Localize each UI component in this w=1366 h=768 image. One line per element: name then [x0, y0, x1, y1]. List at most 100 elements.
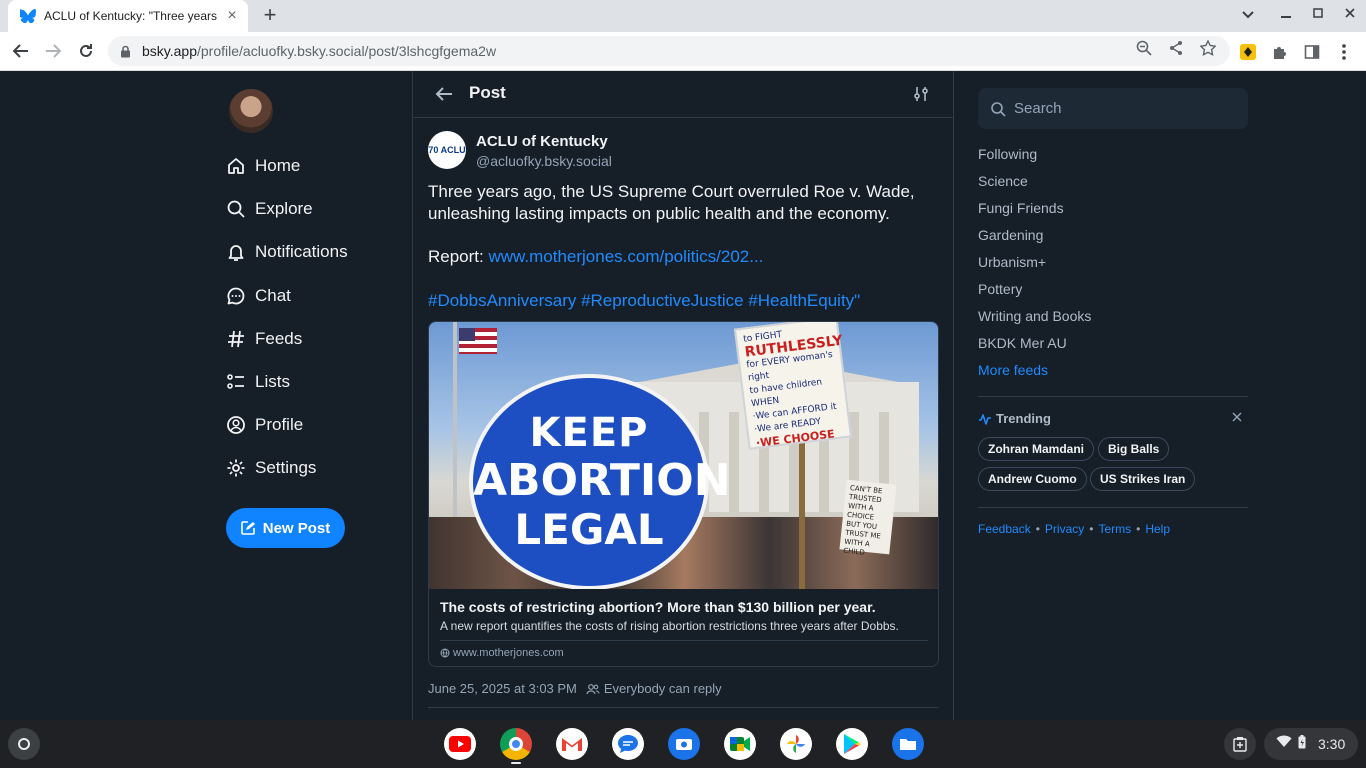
- nav-explore[interactable]: Explore: [226, 194, 313, 224]
- nav-notifications[interactable]: Notifications: [226, 237, 348, 267]
- trending-header: Trending: [978, 411, 1051, 426]
- nav-chat-label: Chat: [255, 286, 291, 305]
- tab-search-chevron-icon[interactable]: [1238, 6, 1258, 22]
- feed-link-science[interactable]: Science: [978, 173, 1028, 189]
- post-hashtags[interactable]: #DobbsAnniversary #ReproductiveJustice #…: [428, 290, 940, 312]
- bell-icon: [226, 242, 246, 262]
- launcher-button[interactable]: [8, 728, 40, 760]
- link-preview-image: to FIGHT RUTHLESSLY for EVERY woman's ri…: [429, 322, 938, 589]
- browser-toolbar: bsky.app/profile/acluofky.bsky.social/po…: [0, 32, 1366, 71]
- nav-lists-label: Lists: [255, 372, 290, 391]
- feed-link-urbanism[interactable]: Urbanism+: [978, 254, 1046, 270]
- wifi-icon: [1276, 735, 1292, 753]
- close-icon[interactable]: [1232, 412, 1244, 424]
- tab-close-icon[interactable]: ×: [224, 7, 240, 25]
- nav-lists[interactable]: Lists: [226, 367, 290, 397]
- camera-icon[interactable]: [668, 728, 700, 760]
- new-post-button[interactable]: New Post: [226, 508, 345, 548]
- author-avatar[interactable]: 70 ACLU: [428, 131, 466, 169]
- feed-link-following[interactable]: Following: [978, 146, 1037, 162]
- privacy-link[interactable]: Privacy: [1045, 522, 1084, 536]
- trending-title: Trending: [996, 411, 1051, 426]
- terms-link[interactable]: Terms: [1098, 522, 1131, 536]
- home-icon: [226, 156, 246, 176]
- author-handle[interactable]: @acluofky.bsky.social: [476, 153, 612, 169]
- minimize-window-icon[interactable]: [1276, 6, 1296, 22]
- more-feeds-link[interactable]: More feeds: [978, 362, 1048, 378]
- back-arrow-icon[interactable]: [10, 40, 32, 62]
- trending-pill[interactable]: US Strikes Iran: [1090, 467, 1196, 491]
- gmail-icon[interactable]: [556, 728, 588, 760]
- feed-link-gardening[interactable]: Gardening: [978, 227, 1043, 243]
- protest-sign-trusted: CAN'T BE TRUSTED WITH A CHOICE BUT YOU T…: [839, 479, 897, 557]
- nav-settings[interactable]: Settings: [226, 453, 316, 483]
- user-avatar[interactable]: [229, 89, 273, 133]
- nav-home-label: Home: [255, 156, 301, 175]
- share-icon[interactable]: [1167, 39, 1185, 57]
- zoom-icon[interactable]: [1135, 39, 1153, 57]
- messages-icon[interactable]: [612, 728, 644, 760]
- side-panel-icon[interactable]: [1302, 42, 1322, 62]
- sign-line-3: LEGAL: [514, 505, 664, 554]
- report-link[interactable]: www.motherjones.com/politics/202...: [488, 247, 763, 266]
- domain-text: www.motherjones.com: [453, 647, 564, 659]
- post-meta: June 25, 2025 at 3:03 PM Everybody can r…: [428, 681, 722, 696]
- profile-icon: [226, 415, 246, 435]
- post-header: Post: [413, 71, 953, 118]
- trending-pill[interactable]: Zohran Mamdani: [978, 437, 1095, 461]
- youtube-icon[interactable]: [444, 728, 476, 760]
- back-arrow-icon[interactable]: [433, 83, 455, 105]
- close-window-icon[interactable]: [1340, 6, 1360, 22]
- american-flag: [459, 328, 497, 354]
- nav-settings-label: Settings: [255, 458, 317, 477]
- nav-home[interactable]: Home: [226, 151, 300, 181]
- photos-icon[interactable]: [780, 728, 812, 760]
- restore-window-icon[interactable]: [1308, 6, 1328, 22]
- meet-icon[interactable]: [724, 728, 756, 760]
- extensions-puzzle-icon[interactable]: [1270, 42, 1290, 62]
- author-name[interactable]: ACLU of Kentucky: [476, 133, 608, 150]
- nav-notifications-label: Notifications: [255, 242, 348, 261]
- extension-shield-icon[interactable]: [1238, 42, 1258, 62]
- feed-link-pottery[interactable]: Pottery: [978, 281, 1022, 297]
- status-tray[interactable]: 3:30: [1264, 728, 1358, 760]
- bluesky-app: Home Explore Notifications Chat Feeds Li…: [0, 71, 1366, 720]
- feed-link-fungi-friends[interactable]: Fungi Friends: [978, 200, 1064, 216]
- chat-icon: [226, 286, 246, 306]
- clock-time: 3:30: [1318, 736, 1346, 752]
- page-title: Post: [469, 83, 506, 102]
- nav-chat[interactable]: Chat: [226, 281, 291, 311]
- bookmark-star-icon[interactable]: [1199, 39, 1217, 57]
- search-placeholder: Search: [1014, 100, 1062, 117]
- link-preview-card[interactable]: to FIGHT RUTHLESSLY for EVERY woman's ri…: [428, 321, 939, 667]
- feed-link-writing-and-books[interactable]: Writing and Books: [978, 308, 1091, 324]
- footer-links: Feedback • Privacy • Terms • Help: [978, 522, 1171, 536]
- report-prefix: Report:: [428, 247, 489, 266]
- lock-icon[interactable]: [120, 45, 134, 58]
- reload-icon[interactable]: [75, 40, 97, 62]
- files-icon[interactable]: [892, 728, 924, 760]
- feed-link-bkdk-mer-au[interactable]: BKDK Mer AU: [978, 335, 1067, 351]
- trending-pill[interactable]: Big Balls: [1098, 437, 1170, 461]
- feedback-link[interactable]: Feedback: [978, 522, 1031, 536]
- address-bar[interactable]: bsky.app/profile/acluofky.bsky.social/po…: [108, 36, 1230, 66]
- url-text: bsky.app/profile/acluofky.bsky.social/po…: [142, 43, 497, 59]
- play-store-icon[interactable]: [836, 728, 868, 760]
- trending-icon: [978, 413, 992, 425]
- browser-tab[interactable]: ACLU of Kentucky: "Three years a ×: [8, 0, 248, 32]
- new-tab-button[interactable]: +: [258, 4, 282, 28]
- thread-settings-sliders-icon[interactable]: [910, 83, 932, 105]
- forward-arrow-icon[interactable]: [42, 40, 64, 62]
- reply-setting[interactable]: Everybody can reply: [604, 681, 722, 696]
- browser-menu-icon[interactable]: [1334, 42, 1354, 62]
- chrome-icon[interactable]: [500, 728, 532, 760]
- sign-line-2: ABORTION: [473, 455, 731, 506]
- search-input[interactable]: Search: [978, 88, 1248, 129]
- help-link[interactable]: Help: [1145, 522, 1170, 536]
- clipboard-tray-icon[interactable]: [1224, 728, 1256, 760]
- nav-profile[interactable]: Profile: [226, 410, 303, 440]
- nav-feeds[interactable]: Feeds: [226, 324, 302, 354]
- post-timestamp: June 25, 2025 at 3:03 PM: [428, 681, 577, 696]
- new-post-label: New Post: [262, 519, 331, 537]
- trending-pill[interactable]: Andrew Cuomo: [978, 467, 1087, 491]
